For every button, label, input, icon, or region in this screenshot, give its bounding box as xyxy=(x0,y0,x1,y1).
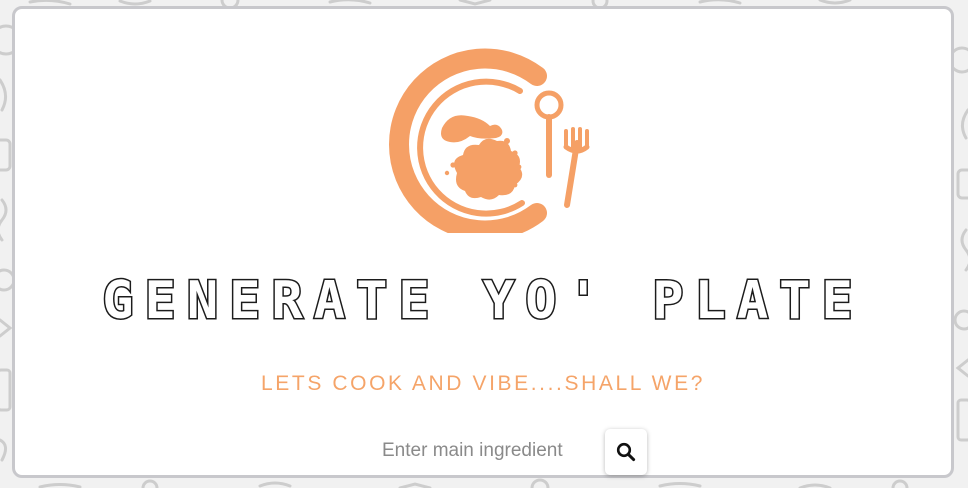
tagline: LETS COOK AND VIBE....SHALL WE? xyxy=(261,372,705,395)
ingredient-search-input[interactable] xyxy=(367,433,593,469)
search-bar xyxy=(367,427,657,475)
plate-spoon-fork-logo-icon xyxy=(389,48,590,233)
app-title: GENERATE YO' PLATE xyxy=(101,270,864,333)
main-card: GENERATE YO' PLATE LETS COOK AND VIBE...… xyxy=(12,6,954,478)
search-button[interactable] xyxy=(605,429,647,475)
search-icon xyxy=(616,442,636,462)
